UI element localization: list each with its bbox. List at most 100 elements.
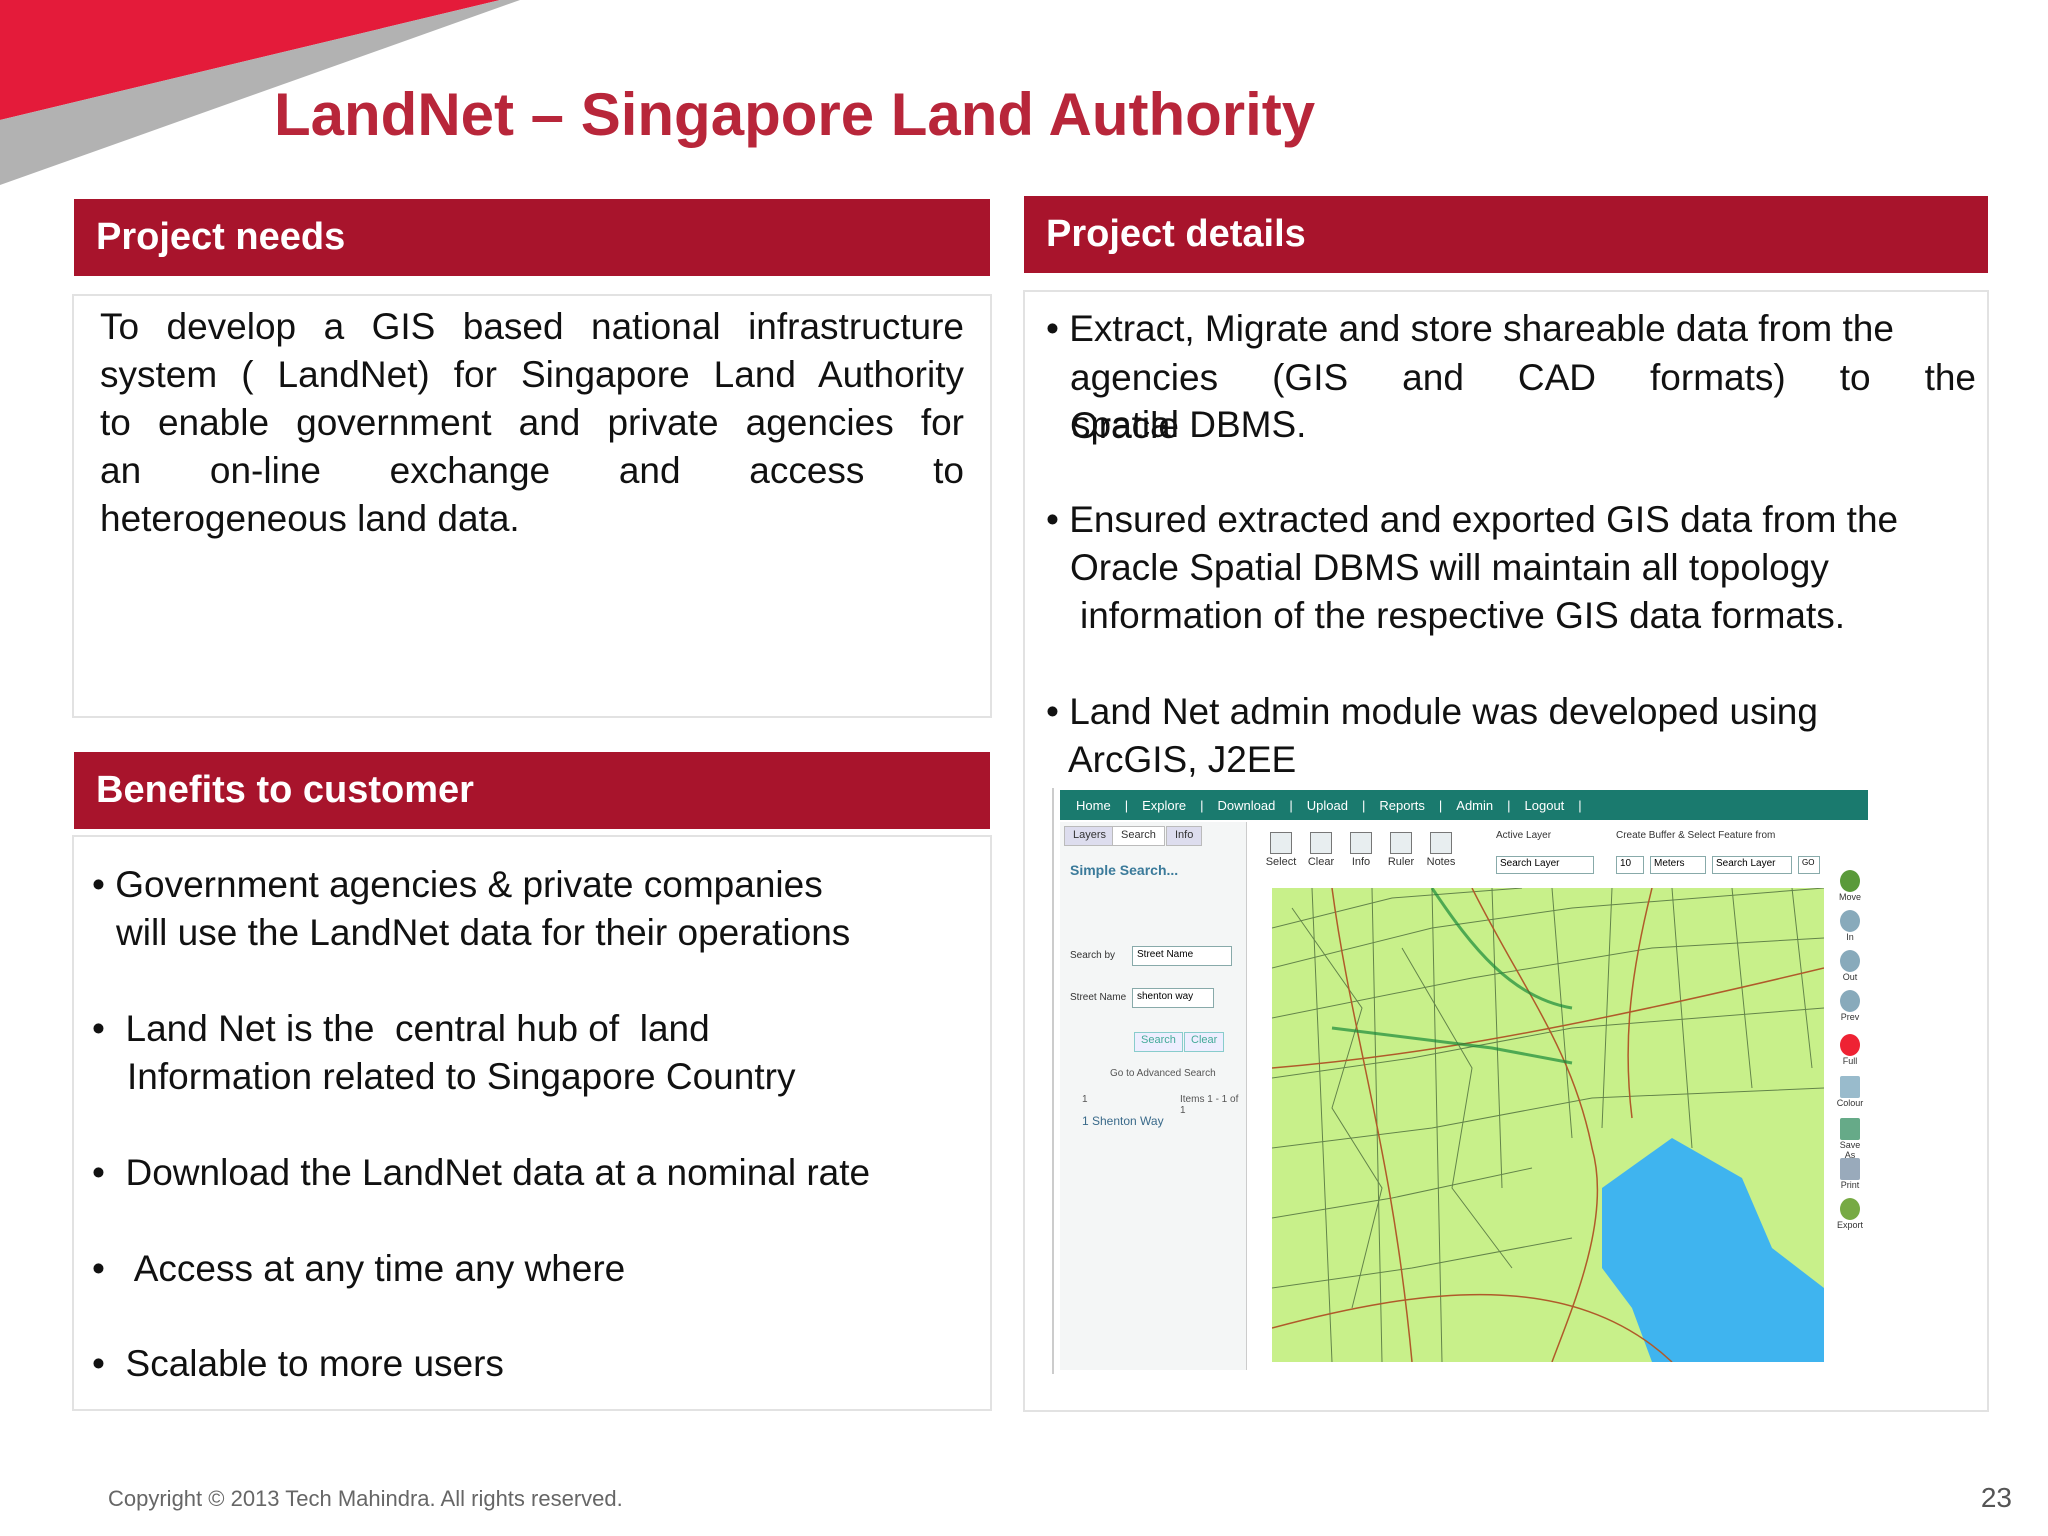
nav-logout[interactable]: Logout (1525, 798, 1565, 813)
tab-info[interactable]: Info (1166, 826, 1203, 846)
zoom-out-icon (1840, 950, 1860, 972)
needs-line-1: To develop a GIS based national infrastr… (100, 306, 964, 347)
nav-upload[interactable]: Upload (1307, 798, 1348, 813)
zoom-out-tool[interactable]: Out (1834, 950, 1866, 982)
export-icon (1840, 1198, 1860, 1220)
export-label: Export (1836, 1220, 1863, 1230)
details-p3-line-2: ArcGIS, J2EE (1068, 739, 1297, 780)
benefit-2-line-2: Information related to Singapore Country (127, 1056, 796, 1097)
project-details-header: Project details (1024, 196, 1988, 273)
search-button[interactable]: Search (1134, 1032, 1183, 1052)
zoom-out-label: Out (1842, 972, 1858, 982)
benefit-2-line-1: • Land Net is the central hub of land (92, 1008, 710, 1049)
details-p1-line-3: spatial DBMS. (1072, 404, 1307, 445)
full-extent-tool[interactable]: Full (1834, 1034, 1866, 1066)
search-by-select[interactable]: Street Name (1132, 946, 1232, 966)
print-tool[interactable]: Print (1834, 1158, 1866, 1190)
simple-search-title: Simple Search... (1070, 862, 1179, 878)
buffer-layer-select[interactable]: Search Layer (1712, 856, 1792, 874)
buffer-unit-select[interactable]: Meters (1650, 856, 1706, 874)
clear-button[interactable]: Clear (1184, 1032, 1225, 1052)
full-label: Full (1842, 1056, 1858, 1066)
ruler-icon (1390, 832, 1412, 854)
move-label: Move (1838, 892, 1861, 902)
prev-label: Prev (1840, 1012, 1860, 1022)
buffer-distance-input[interactable]: 10 (1616, 856, 1644, 874)
search-panel: Layers Search Info Simple Search... Sear… (1060, 822, 1247, 1370)
benefits-heading: Benefits to customer (96, 769, 474, 811)
nav-separator: | (1200, 797, 1204, 813)
prev-tool[interactable]: Prev (1834, 990, 1866, 1022)
info-tool-label: Info (1351, 856, 1371, 868)
export-tool[interactable]: Export (1834, 1198, 1866, 1230)
copyright-footer: Copyright © 2013 Tech Mahindra. All righ… (108, 1486, 623, 1511)
clear-tool[interactable]: Clear (1304, 832, 1338, 868)
result-item[interactable]: 1 Shenton Way (1082, 1114, 1164, 1128)
advanced-search-link[interactable]: Go to Advanced Search (1110, 1068, 1216, 1079)
save-as-label: Save As (1839, 1140, 1861, 1160)
project-needs-heading: Project needs (96, 216, 346, 258)
ruler-tool-label: Ruler (1387, 856, 1415, 868)
project-needs-text: To develop a GIS based national infrastr… (100, 303, 964, 543)
items-count: Items 1 - 1 of 1 (1180, 1094, 1239, 1116)
needs-line-4: an on-line exchange and access to (100, 450, 964, 491)
zoom-in-tool[interactable]: In (1834, 910, 1866, 942)
needs-line-3: to enable government and private agencie… (100, 402, 964, 443)
notes-icon (1430, 832, 1452, 854)
info-tool[interactable]: Info (1344, 832, 1378, 868)
nav-separator: | (1507, 797, 1511, 813)
nav-separator: | (1361, 797, 1366, 813)
slide-title: LandNet – Singapore Land Authority (274, 81, 1316, 148)
active-layer-select[interactable]: Search Layer (1496, 856, 1594, 874)
project-details-heading: Project details (1046, 213, 1306, 255)
tab-layers[interactable]: Layers (1064, 826, 1116, 846)
zoom-in-icon (1840, 910, 1860, 932)
nav-download[interactable]: Download (1218, 798, 1276, 813)
info-icon (1350, 832, 1372, 854)
nav-reports[interactable]: Reports (1379, 798, 1425, 813)
notes-tool[interactable]: Notes (1424, 832, 1458, 868)
benefit-3: • Download the LandNet data at a nominal… (92, 1152, 871, 1193)
nav-admin[interactable]: Admin (1456, 798, 1493, 813)
benefit-4: • Access at any time any where (92, 1248, 626, 1289)
details-p2-line-3: information of the respective GIS data f… (1080, 595, 1846, 636)
select-tool[interactable]: Select (1264, 832, 1298, 868)
clear-icon (1310, 832, 1332, 854)
search-by-label: Search by (1070, 950, 1116, 961)
prev-icon (1840, 990, 1860, 1012)
needs-line-2: system ( LandNet) for Singapore Land Aut… (100, 354, 964, 395)
landnet-screenshot: Home | Explore | Download | Upload | Rep… (1052, 788, 1870, 1374)
save-as-tool[interactable]: Save As (1834, 1118, 1866, 1160)
ruler-tool[interactable]: Ruler (1384, 832, 1418, 868)
details-p2-line-1: • Ensured extracted and exported GIS dat… (1046, 499, 1899, 540)
benefit-1-line-1: • Government agencies & private companie… (92, 864, 823, 905)
buffer-label: Create Buffer & Select Feature from (1616, 830, 1776, 841)
benefits-header: Benefits to customer (74, 752, 990, 829)
notes-tool-label: Notes (1426, 856, 1456, 868)
go-button[interactable]: GO (1798, 856, 1820, 874)
map-view[interactable] (1272, 888, 1824, 1362)
street-name-input[interactable]: shenton way (1132, 988, 1214, 1008)
print-label: Print (1840, 1180, 1860, 1190)
nav-separator: | (1124, 797, 1129, 813)
move-icon (1840, 870, 1860, 892)
street-name-label: Street Name (1070, 992, 1127, 1003)
colour-icon (1840, 1076, 1860, 1098)
nav-explore[interactable]: Explore (1142, 798, 1186, 813)
project-needs-header: Project needs (74, 199, 990, 276)
nav-separator: | (1578, 797, 1582, 813)
move-tool[interactable]: Move (1834, 870, 1866, 902)
nav-separator: | (1438, 797, 1443, 813)
details-p3-line-1: • Land Net admin module was developed us… (1046, 691, 1818, 732)
print-icon (1840, 1158, 1860, 1180)
zoom-in-label: In (1846, 932, 1854, 942)
benefit-1-line-2: will use the LandNet data for their oper… (116, 912, 851, 953)
colour-label: Colour (1836, 1098, 1864, 1108)
colour-tool[interactable]: Colour (1834, 1076, 1866, 1108)
nav-home[interactable]: Home (1076, 798, 1111, 813)
tab-search[interactable]: Search (1112, 826, 1165, 846)
globe-icon (1840, 1034, 1860, 1056)
result-index: 1 (1082, 1094, 1088, 1105)
nav-separator: | (1289, 797, 1293, 813)
select-tool-label: Select (1265, 856, 1297, 868)
